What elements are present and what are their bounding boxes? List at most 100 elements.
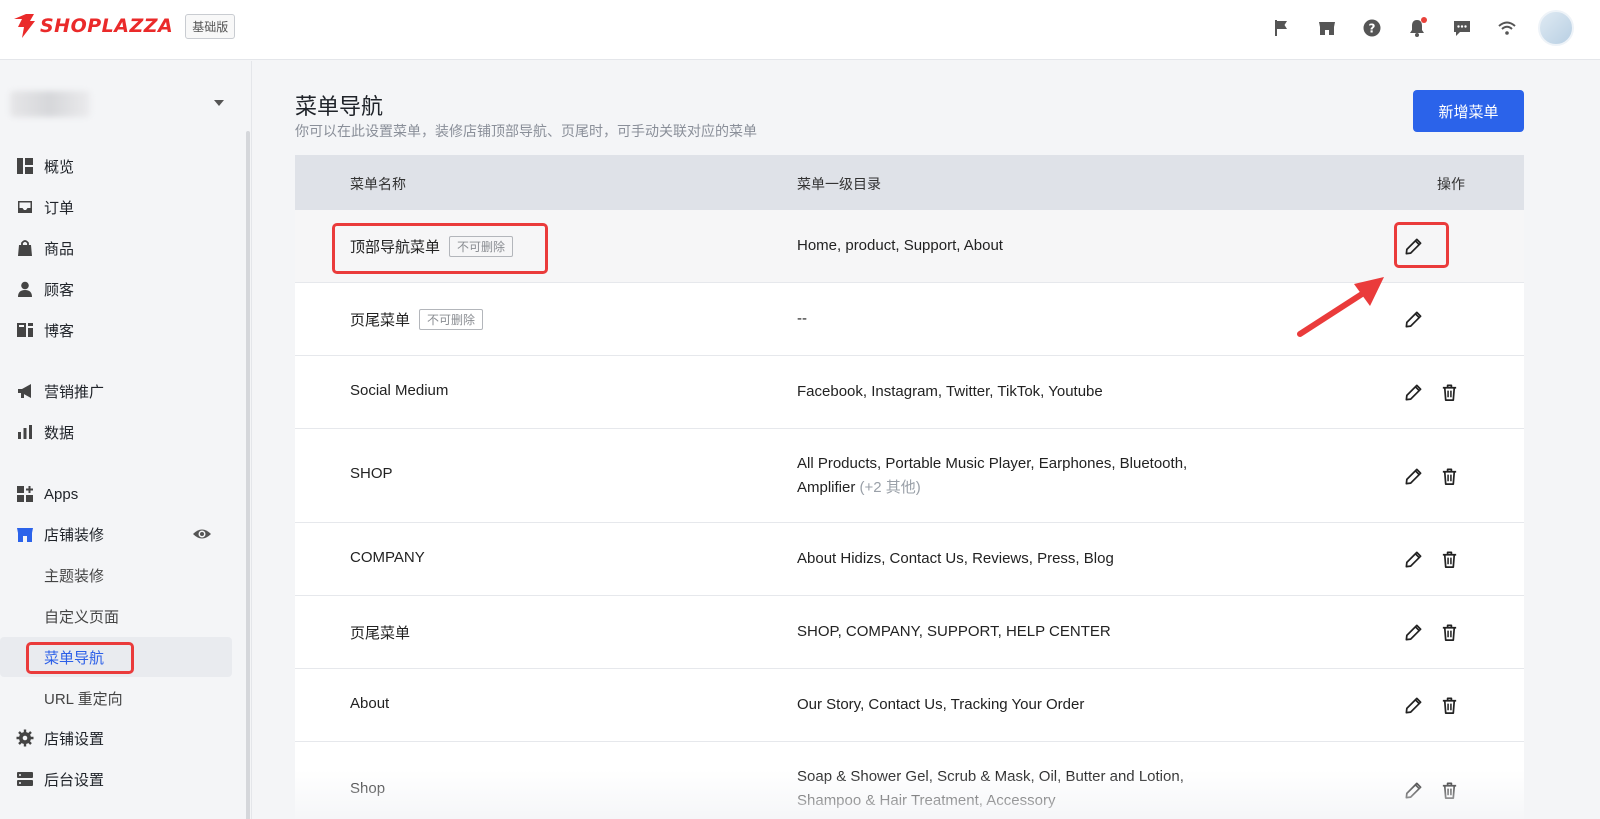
- menu-name-cell: 页尾菜单 不可删除: [350, 309, 484, 330]
- table-row[interactable]: Social Medium Facebook, Instagram, Twitt…: [295, 356, 1524, 429]
- sidebar-subitem-custom-pages[interactable]: 自定义页面: [44, 602, 119, 630]
- table-row[interactable]: About Our Story, Contact Us, Tracking Yo…: [295, 669, 1524, 742]
- server-icon: [16, 770, 34, 788]
- highlight-box-edit: [1394, 222, 1449, 268]
- avatar[interactable]: [1538, 10, 1574, 46]
- trash-icon[interactable]: [1439, 466, 1459, 486]
- row-actions: [1403, 695, 1475, 715]
- sidebar-item-label: 店铺设置: [44, 730, 105, 748]
- store-selector[interactable]: [10, 89, 232, 119]
- help-icon[interactable]: ?: [1359, 15, 1385, 41]
- shoplazza-logo-icon: [14, 14, 35, 38]
- trash-icon[interactable]: [1439, 549, 1459, 569]
- column-header-name: 菜单名称: [350, 176, 406, 192]
- megaphone-icon: [16, 382, 34, 400]
- table-row[interactable]: 页尾菜单 SHOP, COMPANY, SUPPORT, HELP CENTER: [295, 596, 1524, 669]
- sidebar-subitem-theme[interactable]: 主题装修: [44, 561, 104, 589]
- sidebar-item-overview[interactable]: 概览: [0, 148, 240, 184]
- menu-name[interactable]: 页尾菜单: [350, 622, 410, 643]
- column-header-items: 菜单一级目录: [797, 176, 881, 192]
- sidebar-item-label: 营销推广: [44, 383, 105, 401]
- menu-name[interactable]: About: [350, 695, 389, 712]
- row-actions: [1403, 622, 1475, 642]
- logo[interactable]: SHOPLAZZA 基础版: [12, 13, 236, 39]
- dashboard-icon: [16, 157, 34, 175]
- sidebar-item-store-settings[interactable]: 店铺设置: [0, 720, 240, 756]
- sidebar-item-customers[interactable]: 顾客: [0, 271, 240, 307]
- row-actions: [1403, 466, 1475, 486]
- menu-name[interactable]: COMPANY: [350, 549, 425, 566]
- sidebar-item-apps[interactable]: Apps: [0, 476, 240, 512]
- sidebar-scrollbar[interactable]: [246, 131, 250, 819]
- store-icon[interactable]: [1314, 15, 1340, 41]
- menu-name[interactable]: 页尾菜单: [350, 309, 410, 330]
- table-header: 菜单名称 菜单一级目录 操作: [295, 155, 1524, 210]
- sidebar-item-products[interactable]: 商品: [0, 230, 240, 266]
- table-row[interactable]: SHOP All Products, Portable Music Player…: [295, 429, 1524, 523]
- menu-items-cell: --: [797, 310, 807, 327]
- edit-pencil-icon[interactable]: [1403, 466, 1423, 486]
- sidebar-item-orders[interactable]: 订单: [0, 189, 240, 225]
- menu-name-cell: About: [350, 695, 389, 712]
- menu-name[interactable]: SHOP: [350, 465, 393, 482]
- row-actions: [1403, 382, 1475, 402]
- trash-icon[interactable]: [1439, 695, 1459, 715]
- column-header-actions: 操作: [1437, 176, 1465, 192]
- row-actions: [1403, 309, 1439, 329]
- menu-items-cell: Our Story, Contact Us, Tracking Your Ord…: [797, 696, 1085, 713]
- table-row[interactable]: Shop Soap & Shower Gel, Scrub & Mask, Oi…: [295, 742, 1524, 819]
- trash-icon[interactable]: [1439, 622, 1459, 642]
- sidebar-item-label: 店铺装修: [44, 526, 105, 544]
- trash-icon[interactable]: [1439, 382, 1459, 402]
- row-actions: [1403, 780, 1475, 800]
- menu-items-cell: Soap & Shower Gel, Scrub & Mask, Oil, Bu…: [797, 768, 1184, 809]
- bag-icon: [16, 239, 34, 257]
- blog-icon: [16, 321, 34, 339]
- highlight-box-menu-name: [332, 223, 548, 274]
- menu-name[interactable]: Shop: [350, 780, 385, 797]
- menu-name-cell: 页尾菜单: [350, 622, 410, 643]
- sidebar-item-admin-settings[interactable]: 后台设置: [0, 761, 240, 797]
- edit-pencil-icon[interactable]: [1403, 382, 1423, 402]
- page-subtitle: 你可以在此设置菜单，装修店铺顶部导航、页尾时，可手动关联对应的菜单: [295, 123, 757, 139]
- sidebar-item-label: 后台设置: [44, 771, 105, 789]
- gear-icon: [16, 729, 34, 747]
- apps-icon: [16, 485, 34, 503]
- more-items-count: (+2 其他): [859, 479, 921, 496]
- sidebar: 概览 订单 商品 顾客 博客 营销推广 数据 Apps 店铺装修 主题装修 自定…: [0, 61, 252, 819]
- sidebar-item-blog[interactable]: 博客: [0, 312, 240, 348]
- notification-dot: [1421, 17, 1427, 23]
- eye-icon[interactable]: [192, 524, 212, 544]
- sidebar-item-marketing[interactable]: 营销推广: [0, 373, 240, 409]
- bell-icon[interactable]: [1404, 15, 1430, 41]
- undeletable-tag: 不可删除: [419, 309, 484, 330]
- flag-icon[interactable]: [1269, 15, 1295, 41]
- menu-name-cell: Social Medium: [350, 382, 448, 399]
- inbox-icon: [16, 198, 34, 216]
- edit-pencil-icon[interactable]: [1403, 695, 1423, 715]
- wifi-icon[interactable]: [1494, 15, 1520, 41]
- trash-icon[interactable]: [1439, 780, 1459, 800]
- menu-items-cell: All Products, Portable Music Player, Ear…: [797, 452, 1227, 500]
- menu-name-cell: COMPANY: [350, 549, 425, 566]
- menu-name[interactable]: Social Medium: [350, 382, 448, 399]
- edit-pencil-icon[interactable]: [1403, 780, 1423, 800]
- chevron-down-icon: [214, 100, 224, 106]
- sidebar-item-store-design[interactable]: 店铺装修: [0, 516, 240, 552]
- svg-text:?: ?: [1369, 22, 1376, 36]
- top-bar: SHOPLAZZA 基础版 ?: [0, 0, 1600, 60]
- message-icon[interactable]: [1449, 15, 1475, 41]
- edit-pencil-icon[interactable]: [1403, 309, 1423, 329]
- row-actions: [1403, 549, 1475, 569]
- edit-pencil-icon[interactable]: [1403, 622, 1423, 642]
- edit-pencil-icon[interactable]: [1403, 549, 1423, 569]
- store-name-blurred: [10, 91, 90, 117]
- top-icons: ?: [1250, 10, 1574, 46]
- sidebar-subitem-url-redirect[interactable]: URL 重定向: [44, 684, 123, 712]
- sidebar-item-label: Apps: [44, 485, 79, 503]
- page-title: 菜单导航: [295, 94, 384, 119]
- add-menu-button[interactable]: 新增菜单: [1413, 90, 1524, 132]
- table-row[interactable]: COMPANY About Hidizs, Contact Us, Review…: [295, 523, 1524, 596]
- sidebar-item-analytics[interactable]: 数据: [0, 414, 240, 450]
- sidebar-item-label: 订单: [44, 199, 75, 217]
